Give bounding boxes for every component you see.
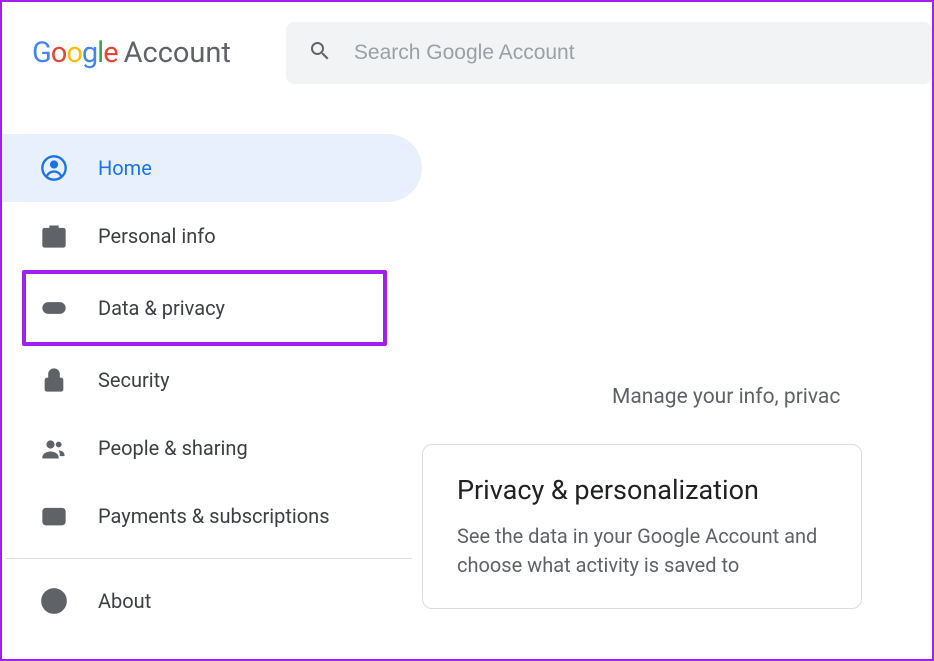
sidebar-item-label: About [98,589,151,613]
sidebar-item-personal-info[interactable]: Personal info [2,202,422,270]
privacy-card[interactable]: Privacy & personalization See the data i… [422,444,862,609]
sidebar-item-label: Security [98,368,170,392]
sidebar-item-data-privacy[interactable]: Data & privacy [40,274,383,342]
sidebar-item-payments[interactable]: Payments & subscriptions [2,482,422,550]
highlighted-item: Data & privacy [22,270,387,346]
sidebar-item-about[interactable]: About [2,567,422,635]
card-description: See the data in your Google Account and … [457,522,827,580]
page-tagline: Manage your info, privac [612,385,840,409]
search-input[interactable] [354,41,910,65]
card-title: Privacy & personalization [457,473,827,508]
header: Google Account [2,2,932,104]
sidebar-item-security[interactable]: Security [2,346,422,414]
sidebar-item-home[interactable]: Home [2,134,422,202]
sidebar-divider [6,558,412,559]
sidebar-item-people-sharing[interactable]: People & sharing [2,414,422,482]
people-icon [40,434,68,462]
search-bar[interactable] [286,22,932,84]
data-privacy-icon [40,294,68,322]
account-label: Account [124,36,231,70]
sidebar-item-label: Data & privacy [98,296,225,320]
home-icon [40,154,68,182]
sidebar: Home Personal info Data & privacy Securi… [2,104,422,635]
sidebar-item-label: Home [98,156,152,180]
info-icon [40,587,68,615]
personal-info-icon [40,222,68,250]
sidebar-item-label: Payments & subscriptions [98,504,330,528]
search-icon [308,39,332,67]
logo[interactable]: Google Account [32,36,231,70]
sidebar-item-label: Personal info [98,224,216,248]
payments-icon [40,502,68,530]
main-content: Manage your info, privac Privacy & perso… [422,104,932,635]
lock-icon [40,366,68,394]
google-wordmark: Google [32,36,118,70]
sidebar-item-label: People & sharing [98,436,248,460]
